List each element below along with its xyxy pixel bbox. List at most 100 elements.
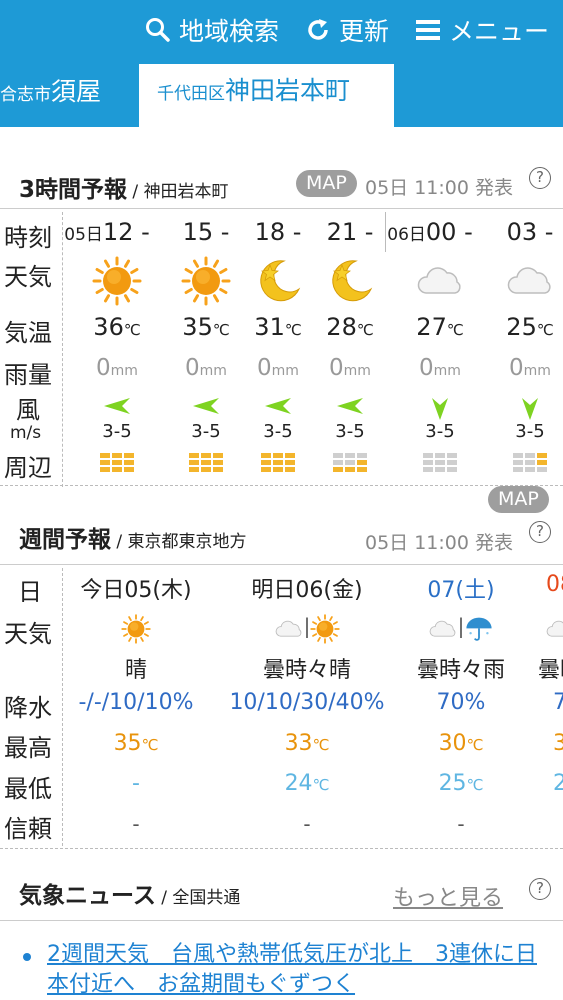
news-scope: 全国共通 (172, 888, 241, 908)
temp-unit: ℃ (123, 321, 141, 339)
wind-arrow-icon (522, 398, 538, 420)
row-label-time: 時刻 (4, 224, 52, 252)
sun-icon (310, 614, 341, 648)
tab-location-kanda-iwamotocho[interactable]: 千代田区神田岩本町 (139, 64, 394, 127)
weekly-weather-icons (46, 614, 226, 648)
rain-value: 0 (419, 355, 434, 381)
hourly-location: 神田岩本町 (143, 182, 229, 202)
weekly-day-label: 今日05(木) (80, 578, 192, 603)
hourly-day: 06日 (387, 225, 426, 245)
cloud-icon (274, 614, 304, 648)
hourly-day: 05日 (64, 225, 103, 245)
weekly-title: 週間予報 (19, 527, 111, 553)
surround-grid-icon (100, 453, 134, 472)
rain-value: 0 (509, 355, 524, 381)
issued-time: 05日 11:00 発表 (365, 532, 514, 554)
help-icon[interactable]: ? (529, 521, 551, 543)
weekly-high: 3 (470, 731, 563, 756)
map-button[interactable]: MAP (296, 170, 357, 197)
weekly-weather-text: 曇時々晴 (262, 658, 351, 683)
temp-unit: ℃ (312, 736, 330, 754)
search-icon (145, 18, 170, 42)
cloud-icon (507, 267, 551, 294)
temp-unit: ℃ (312, 776, 330, 794)
temp-value: 35 (182, 313, 213, 341)
tab-location-suya[interactable]: 合志市須屋 (0, 68, 101, 116)
row-label-weather: 天気 (4, 263, 52, 291)
moon-star-icon (332, 260, 373, 302)
issued-time: 05日 11:00 発表 (365, 177, 514, 199)
section-title: 3時間予報 / 神田岩本町 (19, 170, 229, 204)
temp-value: 2 (553, 771, 563, 796)
divider (0, 920, 563, 921)
hourly-time: 05日12 - (52, 218, 162, 246)
tab-name: 須屋 (51, 77, 102, 106)
cloud-icon (417, 267, 461, 294)
surround-grid-icon (333, 453, 367, 472)
column-divider (62, 212, 63, 487)
news-item-link[interactable]: 2週間天気 台風や熱帯低気圧が北上 3連休に日本付近へ お盆期間もぐずつく (47, 940, 547, 1000)
surround-grid-icon (261, 453, 295, 472)
menu-button[interactable]: メニュー (415, 12, 549, 48)
weather-icon-cell (475, 256, 563, 310)
rain-value: 0 (257, 355, 272, 381)
rain-unit: mm (523, 363, 551, 379)
temp-value: 31 (254, 313, 285, 341)
wind-speed: 3-5 (515, 421, 545, 442)
rain-value: 0 (96, 355, 111, 381)
title-separator: / (155, 888, 173, 908)
weekly-location: 東京都東京地方 (127, 532, 247, 552)
tab-name: 神田岩本町 (225, 76, 351, 105)
weekly-weather-icons: | (217, 614, 397, 648)
weekly-precip: 7 (553, 690, 563, 715)
top-nav: 地域検索 更新 メニュー (145, 12, 549, 48)
row-label-surround: 周辺 (4, 454, 52, 482)
wind-arrow-icon (104, 398, 130, 414)
tab-prefix: 合志市 (0, 85, 51, 105)
weekly-weather-icons (470, 614, 563, 648)
surround-grid-icon (189, 453, 223, 472)
row-label-rain: 雨量 (4, 361, 52, 389)
divider (0, 564, 563, 565)
icon-separator: | (457, 614, 465, 638)
area-search-button[interactable]: 地域検索 (145, 12, 279, 48)
row-label-temp: 気温 (4, 319, 52, 347)
temp-value: 27 (416, 313, 447, 341)
divider (0, 848, 563, 849)
section-title: 気象ニュース / 全国共通 (19, 876, 240, 910)
weekly-high: 35℃ (46, 731, 226, 756)
app-header: 地域検索 更新 メニュー 合志市須屋 千代田区神田岩本町 (0, 0, 563, 127)
weekly-day-label: 08 (546, 572, 563, 597)
temp-unit: ℃ (446, 321, 464, 339)
more-news-link[interactable]: もっと見る (393, 880, 503, 912)
area-search-label: 地域検索 (178, 17, 279, 46)
temp-value: 24 (284, 771, 313, 796)
temp-value: 28 (326, 313, 357, 341)
temp-value: - (132, 771, 140, 796)
rain-unit: mm (343, 363, 371, 379)
hourly-rain: 0mm (475, 355, 563, 381)
help-icon[interactable]: ? (529, 167, 551, 189)
wind-arrow-icon (265, 398, 291, 414)
temp-value: 25 (506, 313, 537, 341)
title-separator: / (127, 182, 144, 202)
map-button-weekly[interactable]: MAP (488, 486, 549, 513)
help-icon[interactable]: ? (529, 878, 551, 900)
weekly-low: 24℃ (217, 771, 397, 796)
refresh-button[interactable]: 更新 (305, 12, 389, 48)
temp-value: 33 (284, 731, 313, 756)
weekly-forecast-header: 週間予報 / 東京都東京地方 05日 11:00 発表 ? (0, 510, 563, 566)
temp-unit: ℃ (141, 736, 159, 754)
weekly-reliability: - (457, 812, 465, 836)
row-label-precip: 降水 (4, 694, 52, 722)
weekly-precip: -/-/10/10% (78, 690, 194, 715)
temp-unit: ℃ (536, 321, 554, 339)
temp-value: 30 (438, 731, 467, 756)
rain-unit: mm (433, 363, 461, 379)
hourly-hour: 12 - (102, 218, 150, 246)
row-label-wind-unit: m/s (10, 423, 42, 443)
menu-icon (415, 20, 440, 40)
rain-value: 0 (185, 355, 200, 381)
hourly-hour: 21 - (326, 218, 374, 246)
weekly-precip: 10/10/30/40% (229, 690, 385, 715)
